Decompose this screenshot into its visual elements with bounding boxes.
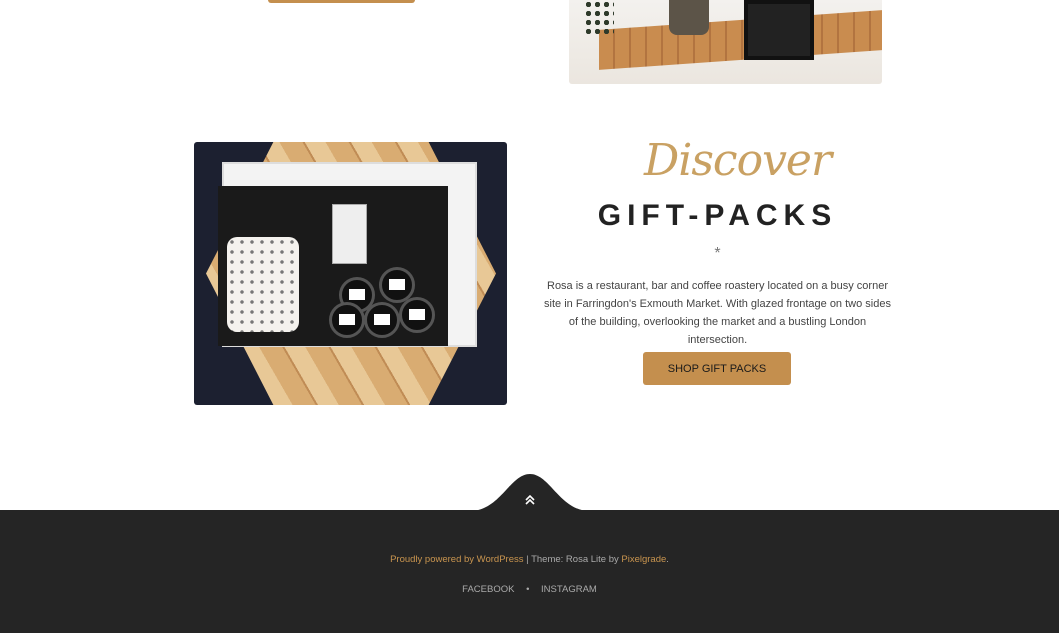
shop-gift-packs-button[interactable]: SHOP GIFT PACKS [643, 352, 791, 385]
social-separator: • [526, 584, 530, 595]
section-description: Rosa is a restaurant, bar and coffee roa… [544, 280, 891, 346]
footer-credits: Proudly powered by WordPress | Theme: Ro… [0, 554, 1059, 565]
credits-separator: | [526, 554, 529, 565]
previous-section-button[interactable] [268, 0, 415, 3]
pixelgrade-link[interactable]: Pixelgrade [621, 554, 666, 565]
social-links: FACEBOOK • INSTAGRAM [0, 584, 1059, 595]
section-title: GIFT-PACKS [597, 199, 838, 232]
instagram-link[interactable]: INSTAGRAM [541, 584, 597, 595]
theme-text: Theme: Rosa Lite by [531, 554, 619, 565]
wordpress-link[interactable]: Proudly powered by WordPress [390, 554, 523, 565]
facebook-link[interactable]: FACEBOOK [462, 584, 514, 595]
separator-asterisk: * [714, 245, 721, 262]
gift-pack-image [194, 142, 507, 405]
credits-period: . [666, 554, 669, 565]
chevron-double-up-icon[interactable] [520, 494, 540, 510]
bath-tray-image [569, 0, 882, 84]
discover-script-label: Discover [644, 135, 832, 186]
footer [0, 510, 1059, 633]
